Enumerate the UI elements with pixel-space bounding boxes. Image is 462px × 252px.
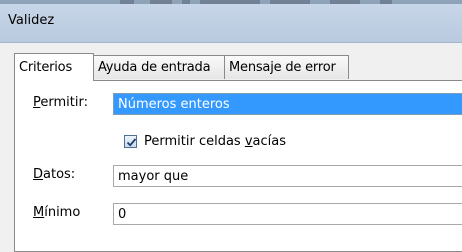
- data-operator-value: mayor que: [118, 169, 189, 184]
- allow-label: Permitir:: [33, 95, 88, 110]
- ignore-blank-checkbox[interactable]: [124, 135, 137, 148]
- tab-criteria-label: Criterios: [19, 60, 73, 75]
- data-label-rest: atos:: [43, 167, 76, 182]
- data-operator-dropdown[interactable]: mayor que: [113, 165, 462, 187]
- minimum-input[interactable]: 0: [113, 203, 462, 225]
- ignore-blank-label-pre: Permitir celdas: [144, 134, 245, 149]
- checkmark-icon: [126, 138, 137, 147]
- tab-criteria[interactable]: Criterios: [14, 53, 94, 81]
- tab-input-message-label: Ayuda de entrada: [98, 60, 211, 75]
- minimum-input-value: 0: [118, 207, 127, 222]
- ignore-blank-label[interactable]: Permitir celdas vacías: [144, 134, 286, 149]
- tab-error-alert[interactable]: Mensaje de error: [224, 55, 349, 79]
- allow-dropdown-value: Números enteros: [118, 97, 230, 112]
- data-label: Datos:: [33, 167, 75, 182]
- ignore-blank-label-post: acías: [252, 134, 287, 149]
- dialog-titlebar[interactable]: Validez: [0, 4, 462, 43]
- dialog-title: Validez: [8, 13, 55, 28]
- minimum-label: Mínimo: [33, 205, 80, 220]
- ignore-blank-label-accesskey: v: [244, 134, 253, 149]
- allow-label-rest: ermitir:: [40, 95, 88, 110]
- minimum-label-rest: ínimo: [44, 205, 81, 220]
- tab-input-message[interactable]: Ayuda de entrada: [93, 55, 225, 79]
- minimum-label-accesskey: M: [33, 205, 45, 220]
- data-label-accesskey: D: [33, 167, 44, 182]
- tab-error-alert-label: Mensaje de error: [229, 60, 336, 75]
- allow-dropdown[interactable]: Números enteros: [113, 93, 462, 115]
